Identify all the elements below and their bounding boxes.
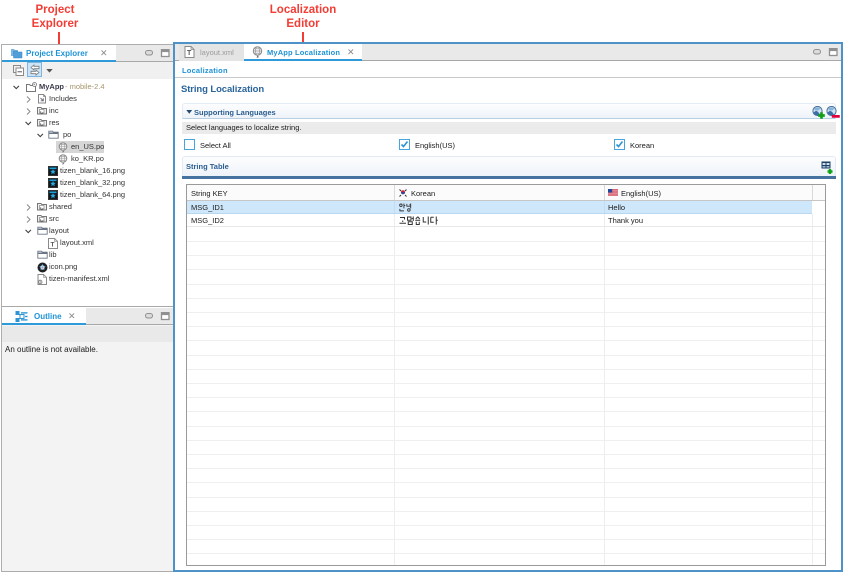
svg-text:T: T — [187, 50, 192, 57]
svg-text:T: T — [51, 242, 55, 249]
